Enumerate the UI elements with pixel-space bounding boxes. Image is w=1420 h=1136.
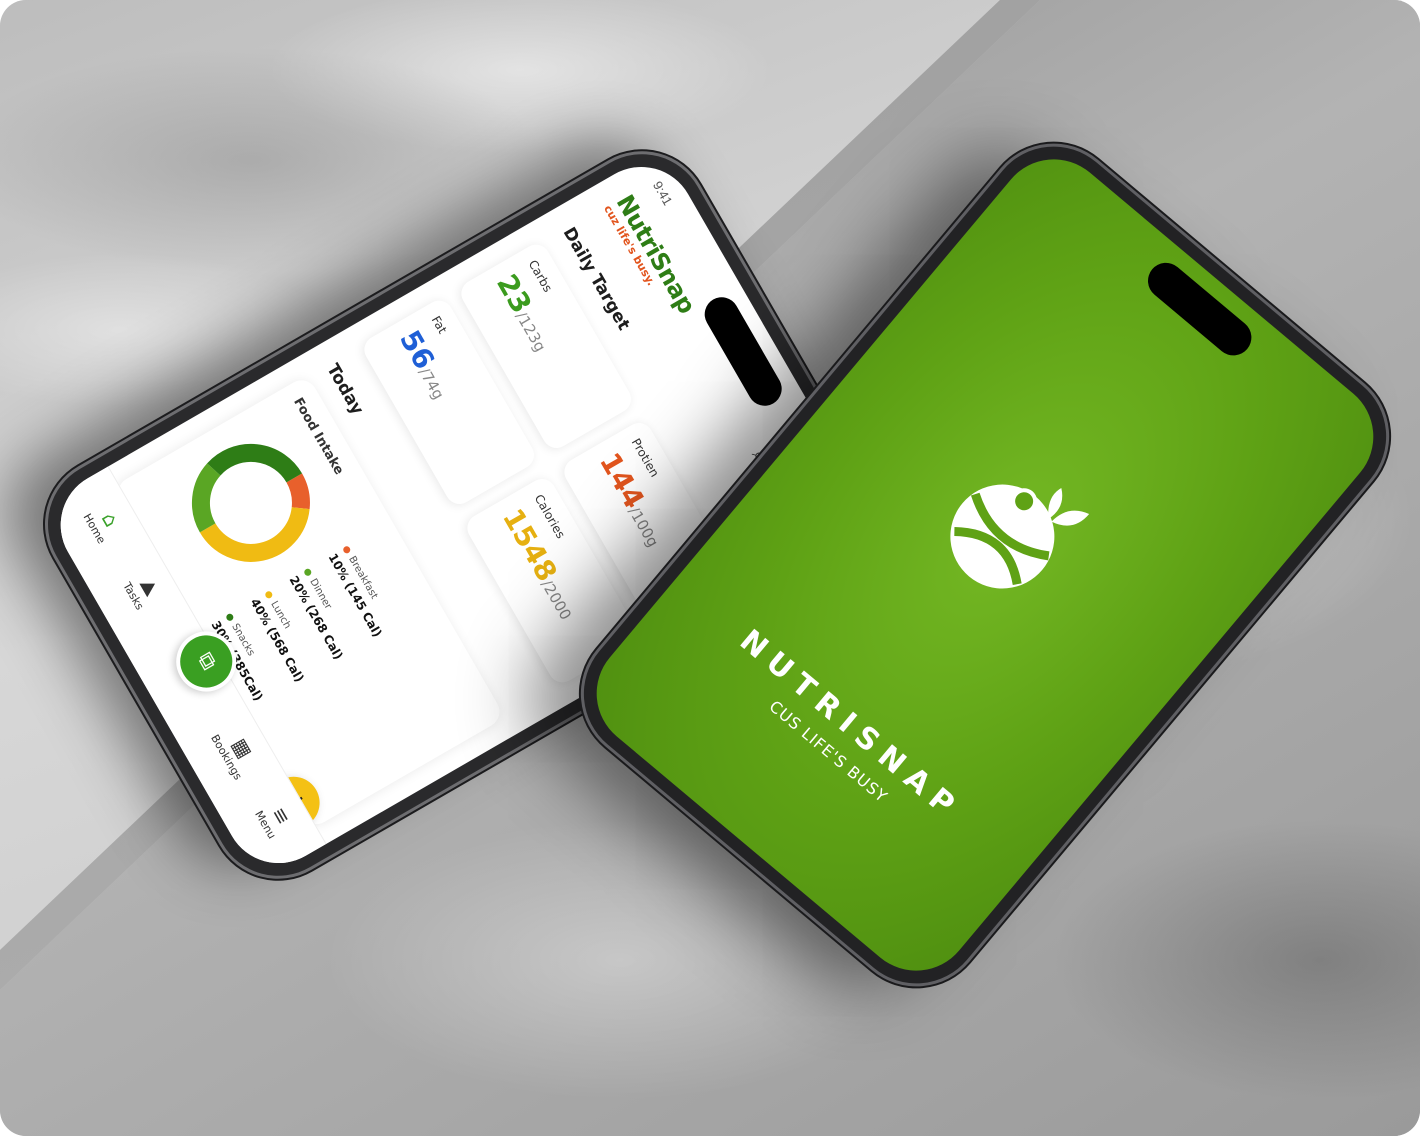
donut-slice-breakfast [286, 473, 310, 510]
calories-target: /2000 [537, 576, 575, 623]
protein-target: /100g [624, 503, 663, 551]
legend-dot [225, 612, 235, 623]
legend-dot [341, 545, 352, 555]
status-time: 9:41 [649, 178, 676, 208]
fat-value: 56 [393, 324, 442, 375]
nutrisnap-logo-icon [950, 484, 1090, 589]
food-intake-legend: Breakfast 10% (145 Cal) Lunch 40% (568 C… [209, 544, 459, 733]
splash-app-name: NUTRISNAP [732, 623, 968, 828]
fat-target: /74g [415, 364, 448, 403]
mockup-scene: 9:41 NutriSnap cuz life's busy. ⌕ ☺ ♫ Da… [0, 0, 1420, 1136]
carbs-value: 23 [490, 268, 539, 319]
legend-dot [264, 590, 274, 600]
legend-dot [302, 567, 313, 578]
today-title: Today [322, 360, 368, 419]
carbs-target: /123g [512, 308, 550, 355]
donut-slice-snacks [207, 443, 303, 483]
donut-slice-dinner [192, 463, 221, 533]
